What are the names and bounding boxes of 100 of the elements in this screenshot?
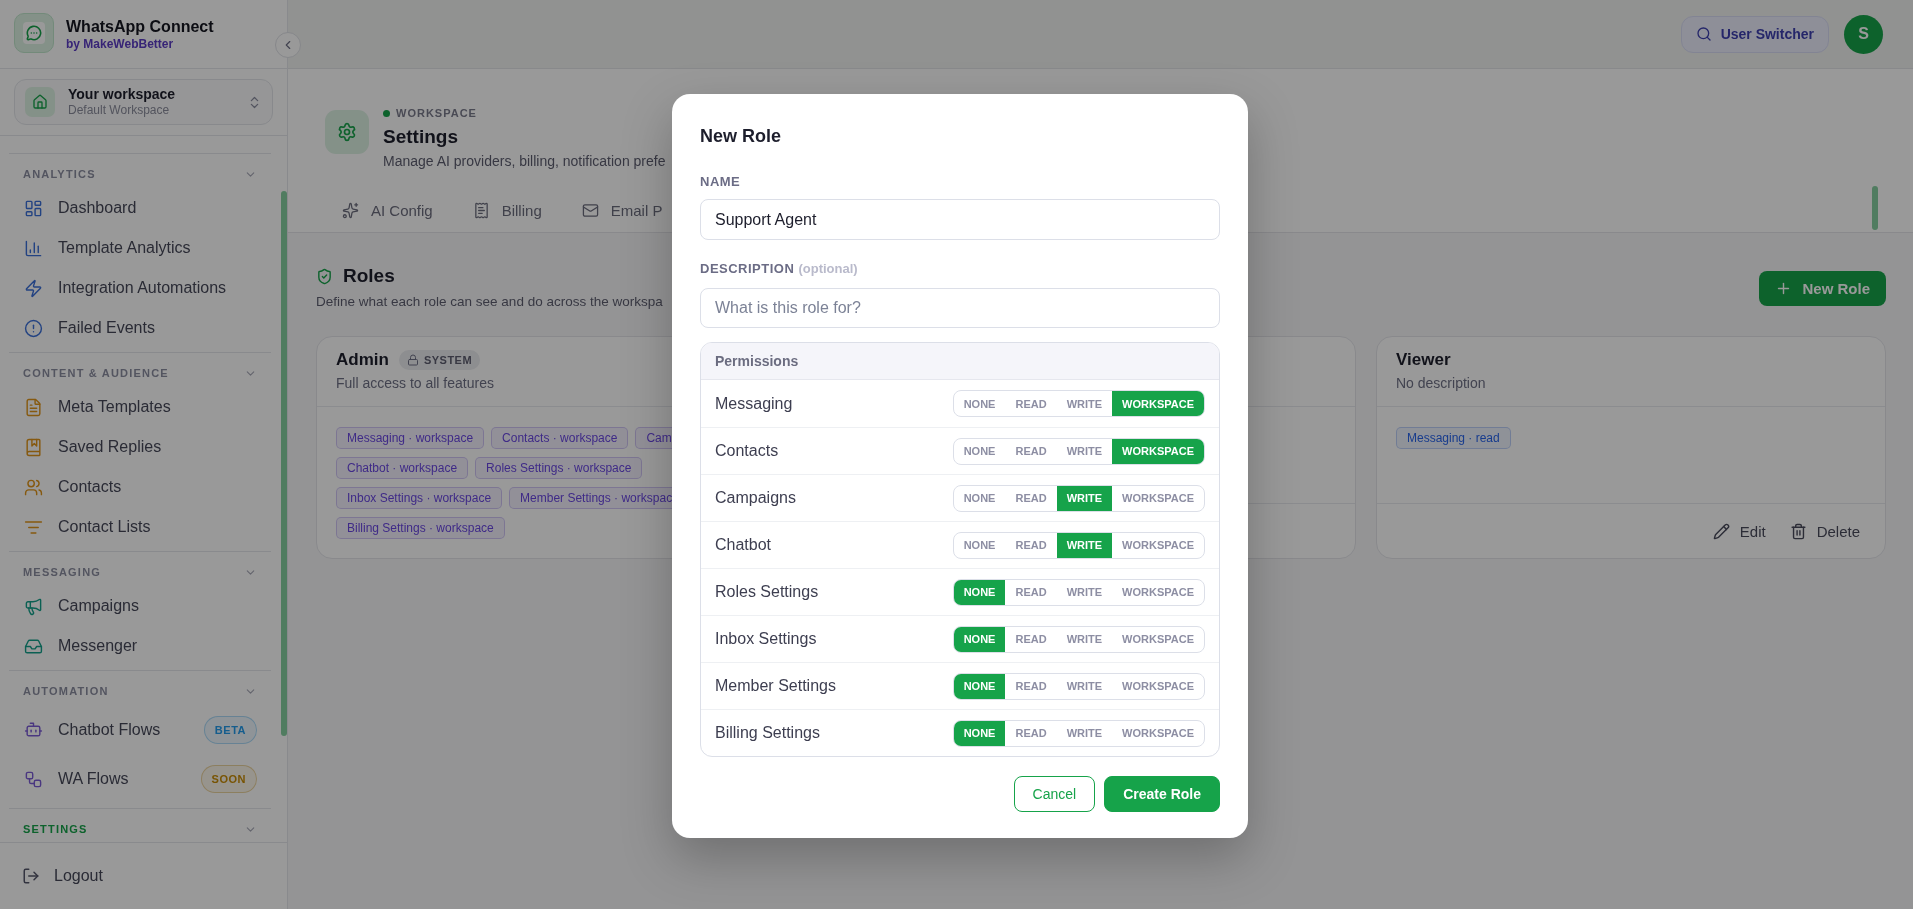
dialog-title: New Role <box>700 125 783 148</box>
permission-tag: Contacts · workspace <box>491 427 629 449</box>
permission-name: Contacts <box>715 442 779 460</box>
level-option[interactable]: WORKSPACE <box>1112 673 1204 699</box>
nav-item[interactable]: Template Analytics <box>9 228 271 268</box>
workspace-selector[interactable]: Your workspace Default Workspace <box>14 79 273 125</box>
level-option[interactable]: READ <box>1005 391 1057 416</box>
pencil-icon <box>1712 522 1730 540</box>
document-icon <box>24 397 43 417</box>
role-name: Viewer <box>1396 350 1451 370</box>
permission-name: Member Settings <box>715 677 836 695</box>
level-option[interactable]: WORKSPACE <box>1112 438 1204 464</box>
role-name: Admin <box>336 350 389 370</box>
new-role-button[interactable]: New Role <box>1759 271 1886 306</box>
level-option[interactable]: WORKSPACE <box>1112 485 1204 511</box>
level-option[interactable]: NONE <box>953 532 1006 558</box>
level-option[interactable]: READ <box>1005 673 1057 699</box>
logout-button[interactable]: Logout <box>22 867 103 885</box>
permission-tag: Billing Settings · workspace <box>336 517 505 539</box>
level-option[interactable]: READ <box>1005 532 1057 558</box>
level-option[interactable]: READ <box>1005 485 1057 511</box>
description-input[interactable]: What is this role for? <box>700 288 1220 328</box>
status-badge: SOON <box>200 765 257 794</box>
megaphone-icon <box>24 596 43 616</box>
level-option[interactable]: WORKSPACE <box>1112 720 1204 746</box>
nav-item[interactable]: Campaigns <box>9 586 271 626</box>
level-option[interactable]: NONE <box>953 579 1006 605</box>
section-description: Define what each role can see and do across the workspa <box>316 293 663 311</box>
delete-button[interactable]: Delete <box>1789 522 1860 540</box>
level-option[interactable]: WORKSPACE <box>1112 579 1204 605</box>
scrollbar-thumb[interactable] <box>281 191 287 736</box>
permission-name: Roles Settings <box>715 583 819 601</box>
level-option[interactable]: WRITE <box>1056 438 1113 464</box>
avatar[interactable]: S <box>1844 14 1883 54</box>
level-option[interactable]: NONE <box>953 673 1006 699</box>
settings-tab[interactable]: Email P <box>561 191 683 232</box>
chat-logo-icon <box>14 13 54 53</box>
section-toggle[interactable]: MESSAGING <box>9 564 271 580</box>
level-option[interactable]: WRITE <box>1056 626 1113 652</box>
settings-tab[interactable]: Billing <box>452 191 562 232</box>
robot-icon <box>24 720 43 740</box>
nav-item[interactable]: WA Flows SOON <box>9 754 271 804</box>
level-option[interactable]: WRITE <box>1056 579 1113 605</box>
permission-tag: Messaging · read <box>1396 427 1511 449</box>
nav-item[interactable]: Meta Templates <box>9 387 271 427</box>
create-role-button[interactable]: Create Role <box>1104 776 1220 812</box>
section-toggle[interactable]: SETTINGS <box>9 821 271 837</box>
nav-item[interactable]: Integration Automations <box>9 268 271 308</box>
scrollbar-thumb[interactable] <box>1872 186 1878 230</box>
dot-icon <box>383 109 390 117</box>
field-label: NAME <box>700 173 742 191</box>
user-switcher-button[interactable]: User Switcher <box>1680 15 1829 53</box>
page-description: Manage AI providers, billing, notification prefe <box>383 152 666 171</box>
edit-button[interactable]: Edit <box>1712 522 1766 540</box>
search-icon <box>1695 26 1712 42</box>
nav-item[interactable]: Messenger <box>9 626 271 666</box>
page-eyebrow: WORKSPACE <box>396 107 477 119</box>
level-option[interactable]: READ <box>1005 579 1057 605</box>
layout-grid-icon <box>24 198 43 218</box>
home-icon <box>25 87 55 117</box>
role-description: No description <box>1396 374 1487 393</box>
level-option[interactable]: NONE <box>953 626 1006 652</box>
permission-tag: Messaging · workspace <box>336 427 485 449</box>
section-toggle[interactable]: CONTENT & AUDIENCE <box>9 365 271 381</box>
permissions-heading: Permissions <box>701 343 1219 380</box>
level-option[interactable]: WRITE <box>1056 485 1113 511</box>
nav-item[interactable]: Contacts <box>9 467 271 507</box>
trash-icon <box>1789 522 1807 540</box>
settings-tab[interactable]: AI Config <box>322 191 453 232</box>
permission-name: Chatbot <box>715 536 772 554</box>
level-option[interactable]: READ <box>1005 626 1057 652</box>
section-toggle[interactable]: AUTOMATION <box>9 683 271 699</box>
level-option[interactable]: NONE <box>953 485 1006 511</box>
nav-item[interactable]: Chatbot Flows BETA <box>9 705 271 755</box>
section-toggle[interactable]: ANALYTICS <box>9 166 271 182</box>
level-option[interactable]: WRITE <box>1056 720 1113 746</box>
level-option[interactable]: WRITE <box>1056 673 1113 699</box>
nav-item[interactable]: Saved Replies <box>9 427 271 467</box>
level-option[interactable]: WRITE <box>1056 532 1113 558</box>
level-option[interactable]: NONE <box>953 720 1006 746</box>
permission-tag: Inbox Settings · workspace <box>336 487 503 509</box>
level-option[interactable]: NONE <box>953 438 1006 464</box>
nav-item[interactable]: Contact Lists <box>9 507 271 547</box>
nav-item[interactable]: Failed Events <box>9 308 271 348</box>
level-option[interactable]: WRITE <box>1056 391 1113 416</box>
cancel-button[interactable]: Cancel <box>1013 776 1096 812</box>
permission-name: Campaigns <box>715 489 796 507</box>
permission-tag: Roles Settings · workspace <box>475 457 643 479</box>
name-input[interactable]: Support Agent <box>700 199 1220 240</box>
level-option[interactable]: NONE <box>953 391 1006 416</box>
level-option[interactable]: WORKSPACE <box>1112 626 1204 652</box>
level-option[interactable]: WORKSPACE <box>1112 391 1204 416</box>
level-option[interactable]: READ <box>1005 438 1057 464</box>
level-option[interactable]: WORKSPACE <box>1112 532 1204 558</box>
permission-name: Inbox Settings <box>715 630 817 648</box>
nav-item[interactable]: Dashboard <box>9 188 271 228</box>
lock-icon <box>406 354 419 366</box>
system-label: SYSTEM <box>423 354 473 366</box>
workspace-name: Your workspace <box>68 86 177 103</box>
level-option[interactable]: READ <box>1005 720 1057 746</box>
